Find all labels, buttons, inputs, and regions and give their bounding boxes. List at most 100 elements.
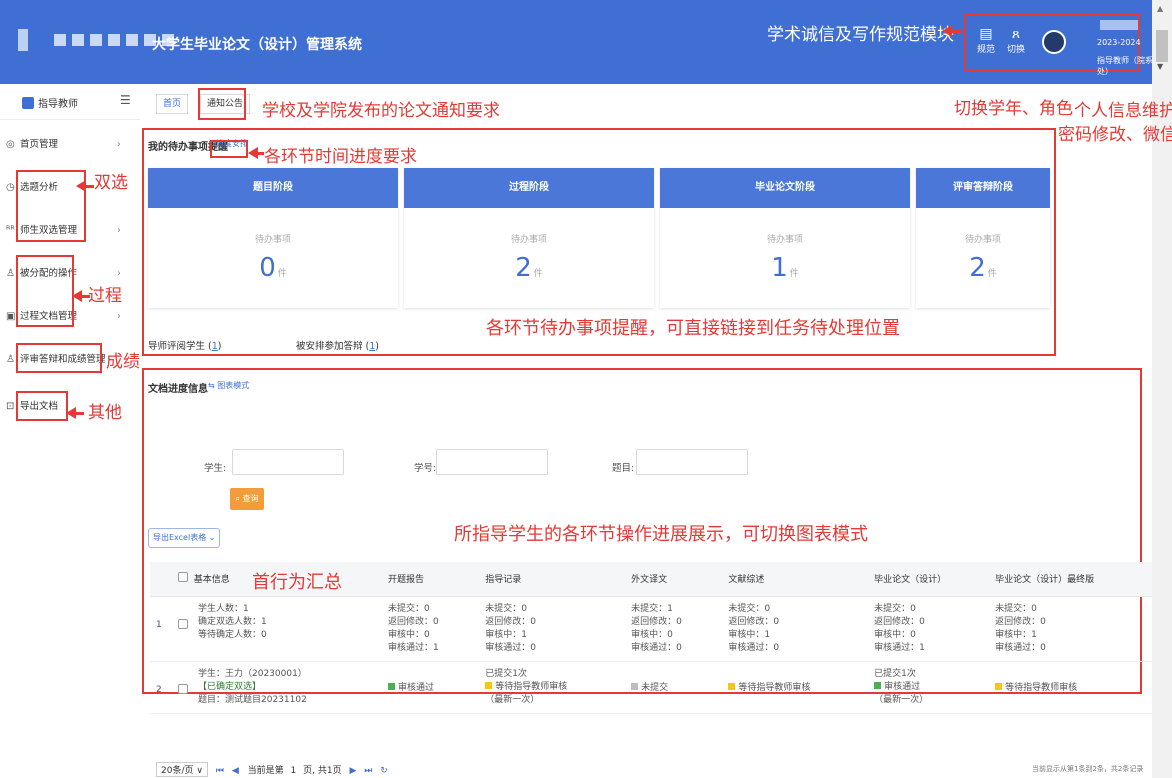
export-excel-button[interactable]: 导出Excel表格 ⌄	[148, 528, 221, 548]
annotation-other: 其他	[88, 403, 122, 423]
chevron-down-icon: ⌄	[208, 533, 216, 542]
avatar[interactable]	[1042, 30, 1066, 54]
sidebar-item-home[interactable]: ◎ 首页管理 ›	[4, 134, 124, 156]
first-page-icon[interactable]: ⏮	[216, 766, 224, 776]
id-label: 学号:	[414, 463, 437, 474]
annotation-todo-hint: 各环节待办事项提醒，可直接链接到任务待处理位置	[486, 318, 900, 339]
annotation-first-row: 首行为汇总	[252, 572, 342, 593]
scroll-up-icon[interactable]: ▲	[1157, 4, 1163, 13]
topic-label: 题目:	[612, 463, 635, 474]
student-input[interactable]	[232, 449, 344, 475]
select-all-checkbox[interactable]	[178, 572, 188, 583]
clock-icon: ◷	[6, 182, 15, 193]
table-row-summary: 1 学生人数：1 确定双选人数：1 等待确定人数：0 未提交：0 返回修改：0 审核中：…	[150, 596, 1152, 662]
summary-cell: 未提交：0 返回修改：0 审核中：1 审核通过：0	[989, 596, 1152, 662]
status-waiting-icon	[995, 682, 1003, 690]
table-row: 2 学生：王力（20230001） 【已确定双选】 题目：测试题目2023110…	[150, 661, 1152, 714]
page-input[interactable]: 1	[291, 766, 297, 776]
person-icon: ♙	[6, 354, 15, 365]
col-proposal: 开题报告	[382, 562, 480, 597]
teacher-icon	[22, 97, 34, 109]
annotation-profile-2: 密码修改、微信绑定	[1058, 125, 1172, 145]
col-basic-info: 基本信息	[193, 575, 230, 586]
annotation-integrity: 学术诚信及写作规范模块	[767, 25, 954, 45]
highlight-box	[16, 343, 102, 373]
status-waiting-icon	[485, 681, 493, 689]
status-ok-icon	[874, 681, 882, 689]
doc-title: 文档进度信息	[148, 384, 208, 395]
collapse-icon[interactable]: ☰	[120, 93, 131, 107]
search-icon: ⌕	[235, 494, 243, 503]
annotation-arrow	[76, 180, 94, 192]
col-thesis: 毕业论文（设计）	[868, 562, 990, 597]
export-icon: ⊡	[6, 401, 15, 412]
row-checkbox[interactable]	[178, 618, 188, 629]
todo-card-defense[interactable]: 评审答辩阶段 待办事项 2件	[916, 168, 1050, 308]
col-thesis-final: 毕业论文（设计）最终版	[989, 562, 1152, 597]
tab-home[interactable]: 首页	[156, 94, 189, 114]
todo-card-process[interactable]: 过程阶段 待办事项 2件	[404, 168, 654, 308]
annotation-arrow	[942, 25, 962, 37]
student-label: 学生:	[204, 463, 227, 474]
pagination-summary: 当前显示从第1条到2条，共2条记录	[1032, 765, 1144, 773]
users-icon: ᴿᴿ	[6, 225, 15, 236]
switch-label: 切换	[1006, 45, 1025, 55]
page-size-select[interactable]: 20条/页 ∨	[156, 762, 208, 777]
chevron-right-icon: ›	[117, 139, 121, 150]
topic-input[interactable]	[636, 449, 748, 475]
annotation-arrow	[248, 147, 264, 159]
review-count-link[interactable]: 1	[212, 341, 218, 352]
summary-cell: 未提交：1 返回修改：0 审核中：0 审核通过：0	[625, 596, 723, 662]
document-icon: ▤	[979, 26, 993, 42]
annotation-grade: 成绩	[106, 352, 140, 372]
highlight-box	[16, 391, 68, 421]
annotation-process: 过程	[88, 286, 122, 306]
status-waiting-icon	[728, 682, 736, 690]
switch-tool[interactable]: ጸ 切换	[1002, 26, 1030, 55]
prev-page-icon[interactable]: ◀	[232, 766, 239, 776]
user-year: 2023-2024	[1097, 38, 1141, 47]
summary-cell: 未提交：0 返回修改：0 审核中：1 审核通过：0	[479, 596, 626, 662]
next-page-icon[interactable]: ▶	[349, 766, 356, 776]
chart-mode-link[interactable]: ⇆ 图表模式	[208, 380, 249, 391]
summary-cell: 未提交：0 返回修改：0 审核中：0 审核通过：1	[868, 596, 990, 662]
annotation-arrow	[66, 407, 84, 419]
annotation-progress-req: 各环节时间进度要求	[264, 147, 417, 167]
scroll-down-icon[interactable]: ▼	[1157, 62, 1163, 71]
sidebar-title: 指导教师	[38, 99, 78, 110]
query-button[interactable]: ⌕ 查询	[230, 488, 264, 510]
todo-card-thesis[interactable]: 毕业论文阶段 待办事项 1件	[660, 168, 910, 308]
status-none-icon	[631, 682, 639, 690]
todo-foot-review: 导师评阅学生 (1)	[148, 341, 222, 352]
id-input[interactable]	[436, 449, 548, 475]
logo	[18, 29, 28, 51]
person-icon: ♙	[6, 268, 15, 279]
last-page-icon[interactable]: ⏭	[364, 766, 372, 776]
home-icon: ◎	[6, 139, 15, 150]
todo-card-topic[interactable]: 题目阶段 待办事项 0件	[148, 168, 398, 308]
row-number: 2	[150, 661, 172, 714]
username-blurred	[1100, 20, 1138, 30]
refresh-icon[interactable]: ↻	[380, 766, 388, 776]
highlight-box	[198, 88, 246, 120]
annotation-doc-hint: 所指导学生的各环节操作进展展示，可切换图表模式	[454, 524, 868, 545]
col-translation: 外文译文	[625, 562, 723, 597]
summary-cell: 未提交：0 返回修改：0 审核中：1 审核通过：0	[722, 596, 869, 662]
norms-tool[interactable]: ▤ 规范	[972, 26, 1000, 55]
highlight-box	[210, 140, 248, 158]
pagination: 20条/页 ∨ ⏮ ◀ 当前是第 1 页, 共1页 ▶ ⏭ ↻	[156, 762, 388, 777]
annotation-double-select: 双选	[94, 173, 128, 193]
defense-count-link[interactable]: 1	[369, 341, 375, 352]
col-guidance: 指导记录	[479, 562, 626, 597]
sidebar-header: 指导教师 ☰	[0, 84, 140, 120]
switch-icon: ⇆	[208, 381, 218, 390]
switch-role-icon: ጸ	[1011, 26, 1021, 42]
status-ok-icon	[388, 682, 395, 690]
file-icon: ▣	[6, 311, 16, 322]
row-checkbox[interactable]	[178, 683, 188, 694]
chevron-right-icon: ›	[117, 225, 121, 236]
annotation-notice: 学校及学院发布的论文通知要求	[262, 101, 500, 121]
col-review: 文献综述	[722, 562, 869, 597]
scroll-thumb[interactable]	[1156, 30, 1168, 62]
status-badge: 【已确定双选】	[198, 681, 262, 692]
